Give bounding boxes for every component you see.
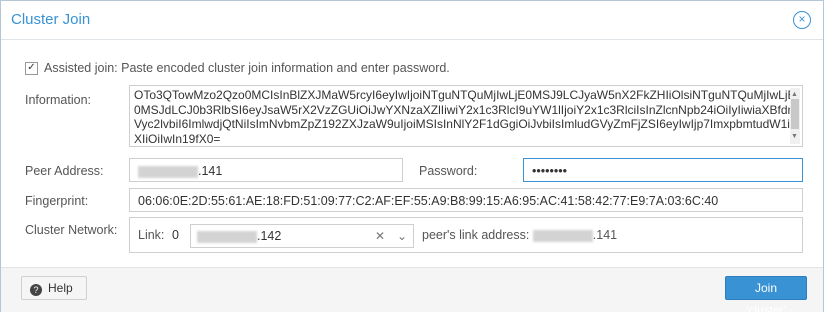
chevron-down-icon[interactable]: ⌄ <box>397 229 407 243</box>
password-label: Password: <box>419 164 478 178</box>
link-address-select[interactable]: .142 ✕ ⌄ <box>190 224 414 248</box>
link-number: 0 <box>172 228 179 242</box>
peer-link-address: peer's link address: .141 <box>422 228 617 242</box>
information-value: OTo3QTowMzo2Qzo0MCIsInBlZXJMaW5rcyI6eyIw… <box>134 88 798 146</box>
redacted-ip <box>197 230 257 243</box>
information-textarea[interactable]: OTo3QTowMzo2Qzo0MCIsInBlZXJMaW5rcyI6eyIw… <box>129 85 803 147</box>
peer-address-input[interactable]: .141 <box>129 158 403 182</box>
help-icon: ? <box>30 284 42 296</box>
cluster-network-box: Link: 0 .142 ✕ ⌄ peer's link address: .1… <box>129 217 803 253</box>
information-label: Information: <box>25 93 92 107</box>
scroll-thumb[interactable] <box>791 99 799 129</box>
assisted-join-checkbox-row[interactable]: ✓ Assisted join: Paste encoded cluster j… <box>25 61 450 75</box>
fingerprint-value: 06:06:0E:2D:55:61:AE:18:FD:51:09:77:C2:A… <box>138 194 719 208</box>
help-button[interactable]: ? Help <box>21 276 87 300</box>
dialog-titlebar: Cluster Join × <box>1 1 823 40</box>
help-button-label: Help <box>48 281 73 295</box>
redacted-ip <box>532 229 593 242</box>
join-cluster-button[interactable]: Join 'cluster' <box>725 276 807 317</box>
fingerprint-input[interactable]: 06:06:0E:2D:55:61:AE:18:FD:51:09:77:C2:A… <box>129 188 803 212</box>
cluster-network-label: Cluster Network: <box>25 223 118 237</box>
link-label: Link: <box>138 228 165 242</box>
peer-address-suffix: .141 <box>198 164 223 178</box>
assisted-join-label: Assisted join: Paste encoded cluster joi… <box>44 61 450 75</box>
fingerprint-label: Fingerprint: <box>25 194 89 208</box>
peer-link-suffix: .141 <box>592 228 618 242</box>
clear-icon[interactable]: ✕ <box>375 229 385 243</box>
link-address-suffix: .142 <box>257 229 282 243</box>
dialog-footer: ? Help Join 'cluster' <box>1 267 823 317</box>
scroll-down-icon[interactable]: ▼ <box>791 130 798 145</box>
cluster-join-dialog: Cluster Join × ✓ Assisted join: Paste en… <box>0 0 824 317</box>
password-input[interactable]: •••••••• <box>523 158 803 182</box>
password-value: •••••••• <box>532 164 568 178</box>
dialog-title: Cluster Join <box>11 11 91 28</box>
redacted-ip <box>138 165 198 178</box>
close-icon[interactable]: × <box>793 11 811 29</box>
checkbox-icon[interactable]: ✓ <box>25 61 38 75</box>
peer-address-label: Peer Address: <box>25 164 104 178</box>
scrollbar[interactable]: ▲ ▼ <box>790 88 800 144</box>
peer-link-label: peer's link address: <box>422 228 530 242</box>
